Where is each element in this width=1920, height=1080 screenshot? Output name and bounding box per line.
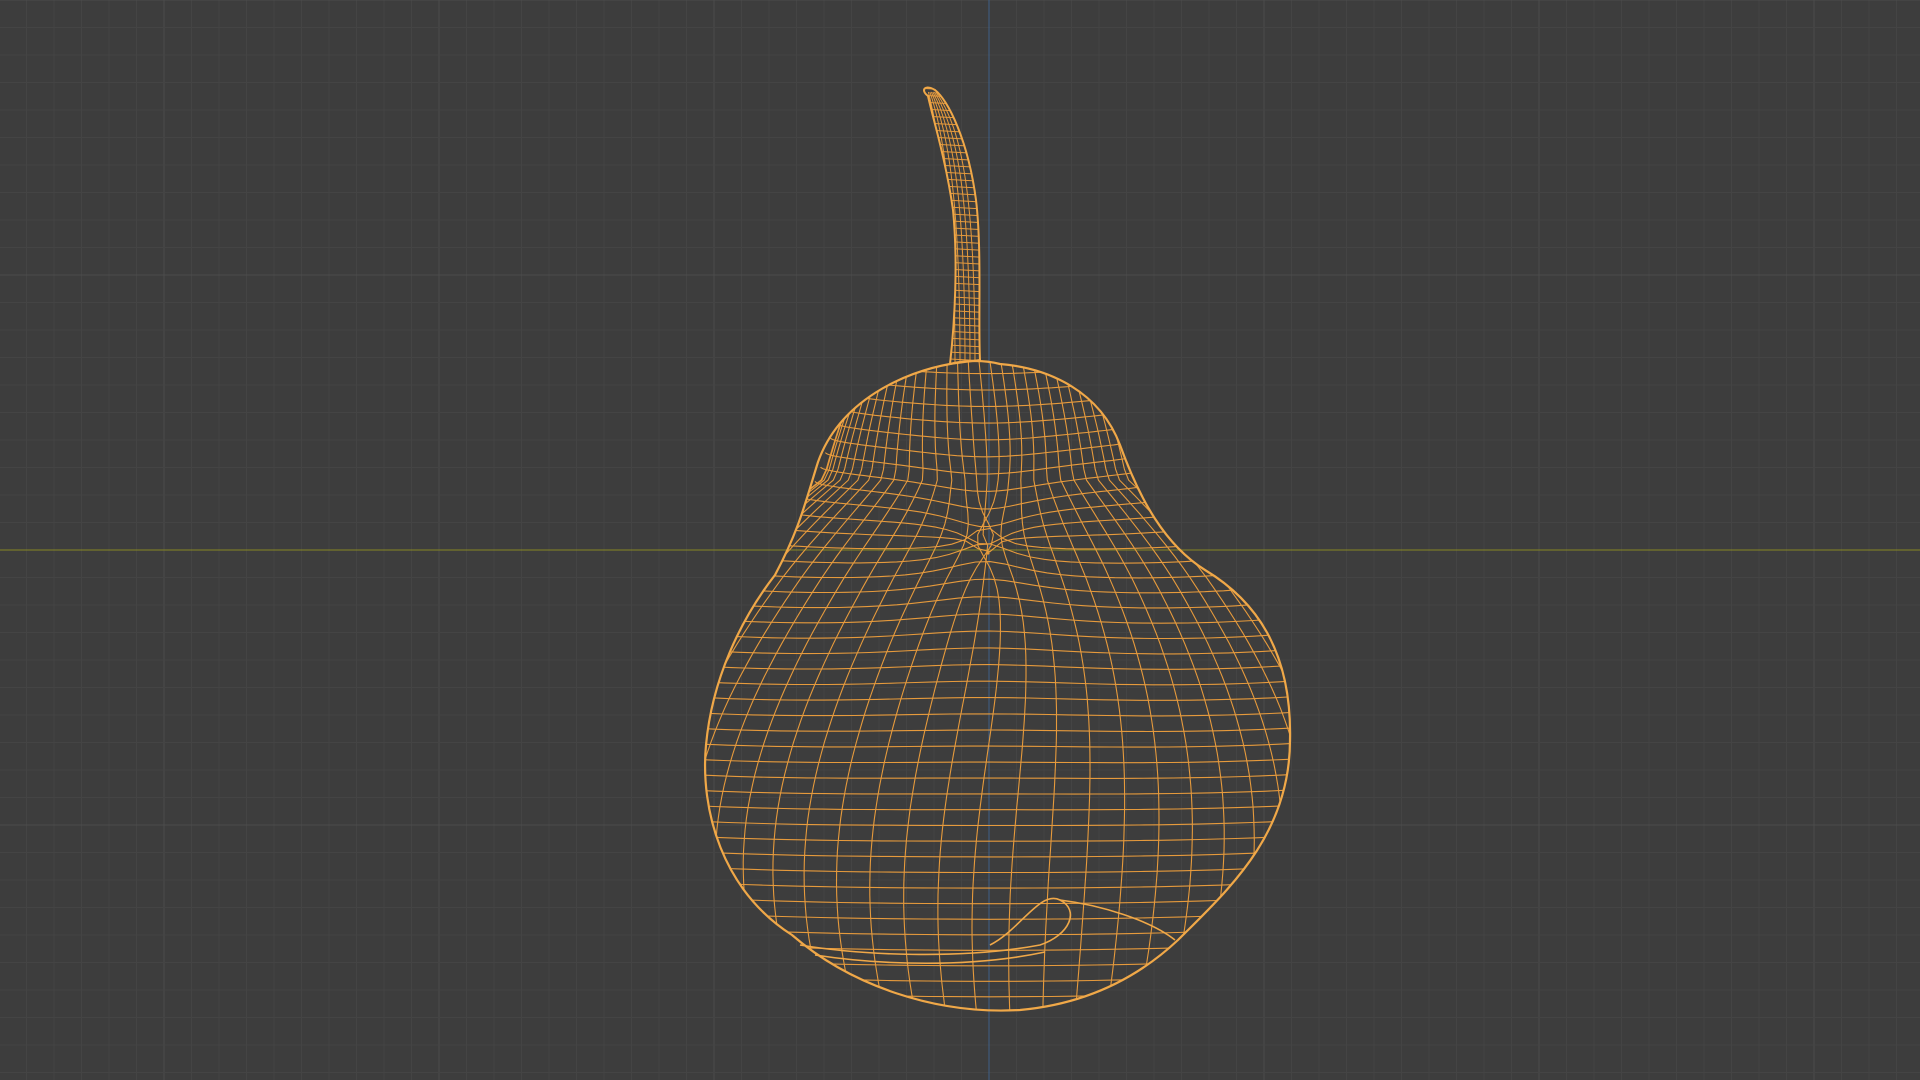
mesh-ring <box>705 746 1291 764</box>
mesh-ring <box>705 596 1291 609</box>
stem-ring <box>924 170 980 176</box>
stem-edge <box>927 91 951 365</box>
origin-dot-icon <box>986 551 990 555</box>
pear-stem-outline <box>923 86 982 366</box>
mesh-ring <box>705 984 1291 1011</box>
mesh-ring <box>705 850 1291 874</box>
mesh-ring <box>714 561 1266 579</box>
mesh-ring <box>705 686 1291 701</box>
mesh-ring <box>705 612 1291 624</box>
pear-body-outline <box>704 359 1292 1012</box>
mesh-ring <box>705 657 1291 670</box>
stem-ring <box>924 142 980 148</box>
dimple-curve <box>799 897 1072 956</box>
mesh-ring <box>841 408 1139 424</box>
stem-ring <box>924 101 980 107</box>
viewport-canvas[interactable] <box>0 0 1920 1080</box>
mesh-ring <box>705 910 1291 936</box>
stem-ring <box>924 177 980 183</box>
stem-ring <box>924 108 980 114</box>
mesh-ring <box>705 835 1291 858</box>
mesh-ring <box>705 925 1291 951</box>
stem-edge <box>930 91 961 365</box>
mesh-ring <box>705 955 1291 982</box>
mesh-ring <box>705 880 1291 905</box>
stem-ring <box>924 128 980 134</box>
mesh-ring <box>623 1015 1357 1043</box>
3d-viewport[interactable] <box>0 0 1920 1080</box>
mesh-ring <box>835 422 1145 441</box>
mesh-ring <box>705 716 1291 733</box>
mesh-ring <box>705 820 1291 842</box>
mesh-ring <box>705 865 1291 889</box>
mesh-ring <box>705 999 1291 1011</box>
pear-mesh[interactable] <box>570 86 1410 1044</box>
pear-body-wireframe[interactable] <box>570 360 1410 1043</box>
